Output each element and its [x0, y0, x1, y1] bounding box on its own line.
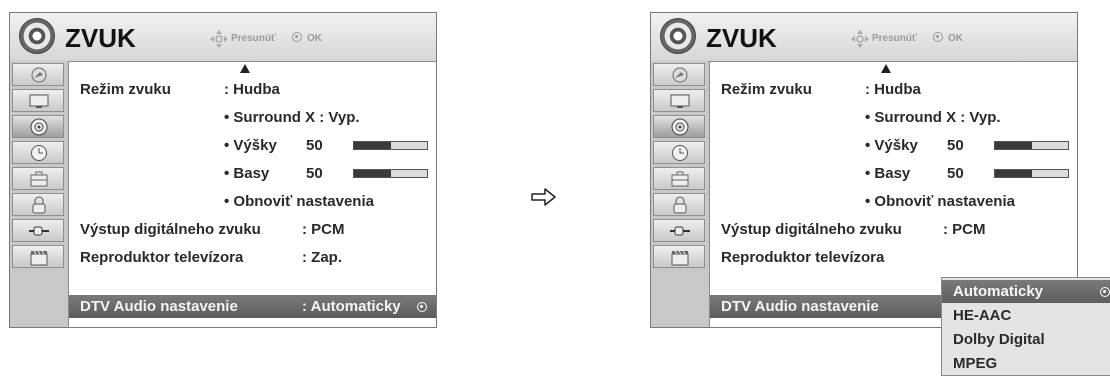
- sound-menu-before: ZVUK Presunúť OK Režim zvuku: Hudba • S…: [9, 12, 437, 328]
- surround-setting[interactable]: • Surround X : Vyp.: [865, 109, 1001, 127]
- briefcase-icon: [30, 171, 48, 187]
- treble-value: 50: [947, 137, 964, 154]
- sidebar-item-sound[interactable]: [12, 115, 64, 138]
- tv-speaker-value: : Zap.: [302, 249, 342, 266]
- clapperboard-icon: [671, 250, 689, 266]
- tv-icon: [29, 94, 49, 108]
- move-arrows-icon: [210, 30, 228, 48]
- sidebar-item-usb[interactable]: [653, 245, 705, 268]
- menu-title: ZVUK: [65, 23, 136, 53]
- bass-level-bar[interactable]: [994, 169, 1069, 178]
- sidebar-item-lock[interactable]: [653, 193, 705, 216]
- tv-speaker-label[interactable]: Reproduktor televízora: [721, 249, 884, 267]
- bass-label[interactable]: • Basy: [865, 165, 910, 183]
- lock-icon: [32, 196, 46, 214]
- treble-level-bar[interactable]: [353, 141, 428, 150]
- sidebar-item-picture[interactable]: [12, 89, 64, 112]
- treble-label[interactable]: • Výšky: [865, 137, 918, 155]
- sidebar-item-time[interactable]: [653, 141, 705, 164]
- sound-mode-value: : Hudba: [224, 81, 280, 98]
- sidebar-item-option[interactable]: [653, 167, 705, 190]
- dropdown-option-label: MPEG: [953, 355, 998, 372]
- input-plug-icon: [29, 226, 49, 236]
- move-arrows-icon: [851, 30, 869, 48]
- sidebar-item-channel[interactable]: [12, 63, 64, 86]
- sidebar-item-sound[interactable]: [653, 115, 705, 138]
- bass-level-fill: [995, 170, 1032, 177]
- satellite-icon: [31, 67, 47, 83]
- dtv-audio-label: DTV Audio nastavenie: [80, 298, 238, 315]
- scroll-up-arrow-icon[interactable]: [240, 64, 250, 73]
- dtv-audio-dropdown: Automaticky HE-AAC Dolby Digital MPEG: [941, 277, 1110, 376]
- hint-move-label: Presunúť: [872, 33, 917, 44]
- scroll-up-arrow-icon[interactable]: [881, 64, 891, 73]
- tv-speaker-label[interactable]: Reproduktor televízora: [80, 249, 243, 267]
- reset-settings[interactable]: • Obnoviť nastavenia: [224, 193, 374, 211]
- bass-label[interactable]: • Basy: [224, 165, 269, 183]
- tv-icon: [670, 94, 690, 108]
- sound-mode-value: : Hudba: [865, 81, 921, 98]
- bass-level-bar[interactable]: [353, 169, 428, 178]
- dtv-audio-label: DTV Audio nastavenie: [721, 298, 879, 315]
- dropdown-option-selected[interactable]: Automaticky: [942, 280, 1110, 303]
- speaker-icon: [30, 118, 48, 136]
- menu-header: ZVUK Presunúť OK: [10, 13, 436, 62]
- sound-mode-label[interactable]: Režim zvuku: [721, 81, 812, 99]
- sidebar-item-input[interactable]: [12, 219, 64, 242]
- ok-select-icon: [1100, 287, 1110, 297]
- menu-title: ZVUK: [706, 23, 777, 53]
- clock-icon: [31, 145, 47, 161]
- speaker-logo-icon: [19, 18, 55, 54]
- satellite-icon: [672, 67, 688, 83]
- sidebar-item-picture[interactable]: [653, 89, 705, 112]
- ok-button-icon: [933, 32, 943, 42]
- speaker-logo-icon: [660, 18, 696, 54]
- bass-value: 50: [306, 165, 323, 182]
- sidebar-item-lock[interactable]: [12, 193, 64, 216]
- dropdown-option[interactable]: MPEG: [942, 352, 1110, 375]
- sidebar-item-input[interactable]: [653, 219, 705, 242]
- ok-select-icon: [417, 302, 427, 312]
- ok-button-icon: [292, 32, 302, 42]
- sidebar-item-option[interactable]: [12, 167, 64, 190]
- digital-audio-out-value: : PCM: [302, 221, 345, 238]
- briefcase-icon: [671, 171, 689, 187]
- dtv-audio-value: : Automaticky: [302, 298, 401, 315]
- digital-audio-out-label[interactable]: Výstup digitálneho zvuku: [80, 221, 261, 239]
- surround-setting[interactable]: • Surround X : Vyp.: [224, 109, 360, 127]
- dropdown-option[interactable]: HE-AAC: [942, 304, 1110, 327]
- bass-level-fill: [354, 170, 391, 177]
- hint-ok-label: OK: [948, 33, 963, 44]
- hint-ok-label: OK: [307, 33, 322, 44]
- menu-sidebar: [651, 61, 710, 327]
- input-plug-icon: [670, 226, 690, 236]
- sidebar-item-usb[interactable]: [12, 245, 64, 268]
- menu-header: ZVUK Presunúť OK: [651, 13, 1077, 62]
- dropdown-option-label: Automaticky: [953, 283, 1044, 300]
- hint-move-label: Presunúť: [231, 33, 276, 44]
- treble-level-fill: [354, 142, 391, 149]
- treble-level-bar[interactable]: [994, 141, 1069, 150]
- sidebar-item-channel[interactable]: [653, 63, 705, 86]
- next-step-arrow-icon: [531, 188, 556, 206]
- digital-audio-out-value: : PCM: [943, 221, 986, 238]
- sidebar-item-time[interactable]: [12, 141, 64, 164]
- dtv-audio-row-selected[interactable]: DTV Audio nastavenie : Automaticky: [69, 295, 436, 318]
- lock-icon: [673, 196, 687, 214]
- sound-mode-label[interactable]: Režim zvuku: [80, 81, 171, 99]
- treble-label[interactable]: • Výšky: [224, 137, 277, 155]
- dropdown-option-label: HE-AAC: [953, 307, 1012, 324]
- dropdown-option-label: Dolby Digital: [953, 331, 1045, 348]
- bass-value: 50: [947, 165, 964, 182]
- dropdown-option[interactable]: Dolby Digital: [942, 328, 1110, 351]
- reset-settings[interactable]: • Obnoviť nastavenia: [865, 193, 1015, 211]
- treble-value: 50: [306, 137, 323, 154]
- speaker-icon: [671, 118, 689, 136]
- digital-audio-out-label[interactable]: Výstup digitálneho zvuku: [721, 221, 902, 239]
- clapperboard-icon: [30, 250, 48, 266]
- clock-icon: [672, 145, 688, 161]
- menu-sidebar: [10, 61, 69, 327]
- treble-level-fill: [995, 142, 1032, 149]
